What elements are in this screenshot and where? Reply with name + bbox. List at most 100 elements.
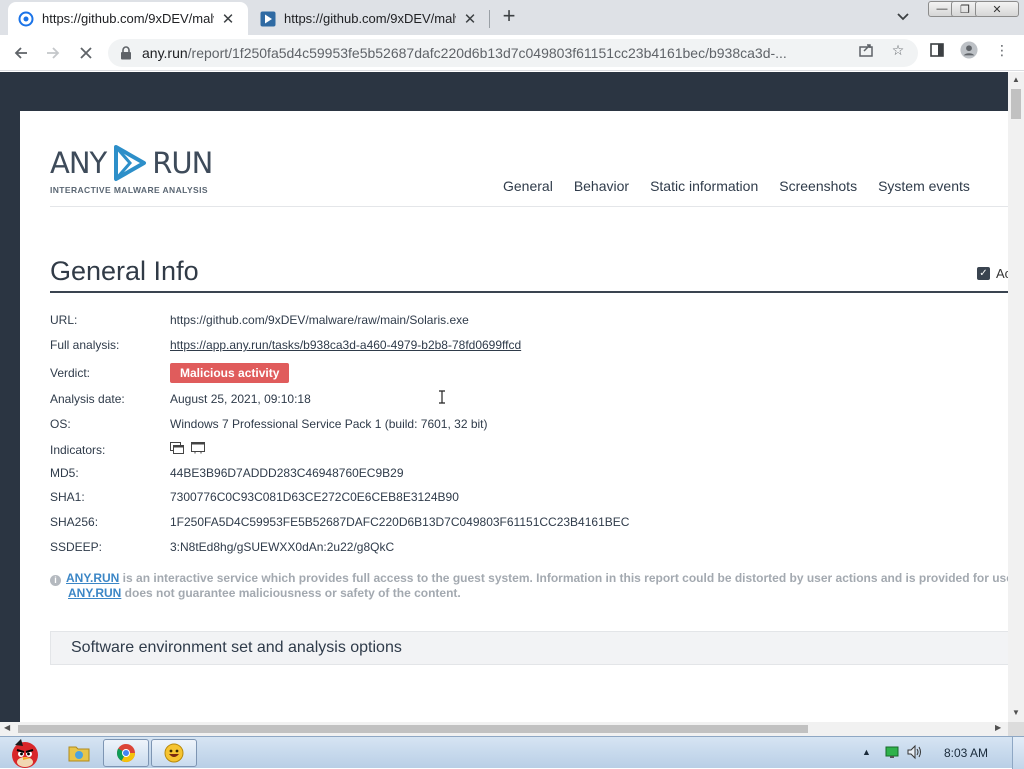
browser-toolbar: any.run/report/1f250fa5d4c59953fe5b52687… (0, 35, 1024, 71)
lock-icon[interactable] (120, 46, 134, 60)
horizontal-scroll-thumb[interactable] (18, 725, 808, 733)
stop-loading-button[interactable] (73, 40, 99, 66)
info-row-indicators: Indicators: (50, 442, 206, 457)
taskbar-clock[interactable]: 8:03 AM (944, 746, 988, 760)
chrome-icon (116, 744, 135, 763)
scrollbar-corner (1008, 722, 1024, 736)
info-label: SHA256: (50, 515, 99, 529)
address-bar[interactable]: any.run/report/1f250fa5d4c59953fe5b52687… (108, 39, 918, 67)
share-icon[interactable] (857, 41, 875, 59)
info-value-date: August 25, 2021, 09:10:18 (170, 392, 311, 406)
logo-subtitle: INTERACTIVE MALWARE ANALYSIS (50, 185, 208, 195)
profile-avatar-icon[interactable] (960, 41, 978, 59)
info-circle-icon: i (50, 575, 61, 586)
url-path: /report/1f250fa5d4c59953fe5b52687dafc220… (187, 45, 787, 61)
taskbar-app[interactable] (151, 739, 197, 767)
scroll-left-arrow-icon[interactable]: ◀ (4, 723, 10, 732)
tab-close-icon[interactable]: ✕ (462, 11, 478, 28)
anyrun-link[interactable]: ANY.RUN (66, 571, 119, 585)
auto-checkbox-label: Ac (996, 266, 1008, 281)
notice-text-1: is an interactive service which provides… (119, 571, 1008, 585)
scroll-right-arrow-icon[interactable]: ▶ (995, 723, 1001, 732)
info-label: SSDEEP: (50, 540, 103, 554)
taskbar-chrome[interactable] (103, 739, 149, 767)
new-tab-button[interactable]: + (498, 5, 520, 28)
vertical-scrollbar[interactable]: ▲ ▼ (1008, 72, 1024, 722)
info-row-url: URL: https://github.com/9xDEV/malware/ra… (50, 313, 469, 327)
logo-text-run: RUN (152, 146, 213, 180)
tray-network-icon[interactable] (884, 744, 900, 763)
nav-screenshots[interactable]: Screenshots (779, 178, 857, 194)
angry-bird-start-icon (12, 739, 38, 768)
show-desktop-button[interactable] (1012, 737, 1024, 769)
disclaimer-notice: i ANY.RUN is an interactive service which… (50, 571, 1008, 600)
report-card: ANY RUN INTERACTIVE MALWARE ANALYSIS Gen… (20, 111, 1008, 722)
start-button[interactable] (0, 739, 50, 768)
tab-github-1[interactable]: https://github.com/9xDEV/malware ✕ (8, 2, 248, 35)
notice-text-2: does not guarantee maliciousness or safe… (121, 586, 461, 600)
checkbox-checked-icon[interactable]: ✓ (977, 267, 990, 280)
windows-indicator-icon[interactable] (170, 442, 184, 454)
info-value-url[interactable]: https://github.com/9xDEV/malware/raw/mai… (170, 313, 469, 327)
software-environment-section[interactable]: Software environment set and analysis op… (50, 631, 1008, 665)
nav-static-information[interactable]: Static information (650, 178, 758, 194)
text-cursor-icon (439, 390, 445, 404)
tray-volume-icon[interactable] (906, 744, 924, 763)
tab-github-2[interactable]: https://github.com/9xDEV/malware ✕ (250, 2, 490, 35)
info-label: URL: (50, 313, 78, 327)
anyrun-logo[interactable]: ANY RUN INTERACTIVE MALWARE ANALYSIS (50, 143, 213, 195)
info-row-verdict: Verdict: Malicious activity (50, 363, 290, 383)
info-value-sha256: 1F250FA5D4C59953FE5B52687DAFC220D6B13D7C… (170, 515, 630, 529)
tab-search-chevron-icon[interactable] (896, 9, 914, 27)
tab-close-icon[interactable]: ✕ (220, 11, 236, 28)
page-viewport: ANY RUN INTERACTIVE MALWARE ANALYSIS Gen… (0, 72, 1008, 722)
auto-checkbox[interactable]: ✓ Ac (977, 266, 1008, 281)
info-value-md5: 44BE3B96D7ADDD283C46948760EC9B29 (170, 466, 404, 480)
title-divider (50, 291, 1008, 293)
smiley-app-icon (164, 743, 184, 763)
executable-indicator-icon[interactable] (191, 442, 206, 454)
info-row-md5: MD5: 44BE3B96D7ADDD283C46948760EC9B29 (50, 466, 404, 480)
info-value-os: Windows 7 Professional Service Pack 1 (b… (170, 417, 488, 431)
info-label: Indicators: (50, 442, 106, 457)
info-label: OS: (50, 417, 71, 431)
full-analysis-link[interactable]: https://app.any.run/tasks/b938ca3d-a460-… (170, 338, 521, 352)
info-row-analysis-date: Analysis date: August 25, 2021, 09:10:18 (50, 392, 311, 406)
tab-title: https://github.com/9xDEV/malware (42, 11, 214, 26)
side-panel-icon[interactable] (928, 41, 946, 59)
report-nav: General Behavior Static information Scre… (503, 178, 970, 194)
section-title: Software environment set and analysis op… (71, 639, 402, 656)
scroll-up-arrow-icon[interactable]: ▲ (1012, 75, 1020, 84)
info-value-ssdeep: 3:N8tEd8hg/gSUEWXX0dAn:2u22/g8QkC (170, 540, 395, 554)
scroll-down-arrow-icon[interactable]: ▼ (1012, 708, 1020, 717)
header-divider (50, 206, 1008, 207)
info-label: Full analysis: (50, 338, 120, 352)
back-button[interactable] (8, 40, 34, 66)
info-label: MD5: (50, 466, 79, 480)
logo-play-icon (114, 145, 147, 181)
info-row-ssdeep: SSDEEP: 3:N8tEd8hg/gSUEWXX0dAn:2u22/g8Qk… (50, 540, 394, 554)
verdict-badge: Malicious activity (170, 363, 290, 383)
tab-strip: https://github.com/9xDEV/malware ✕ https… (0, 0, 1024, 35)
forward-button[interactable] (40, 40, 66, 66)
tray-expand-icon[interactable]: ▲ (862, 747, 871, 757)
kebab-menu-icon[interactable]: ⋮ (993, 41, 1011, 59)
folder-icon (68, 746, 90, 762)
close-window-button[interactable]: ✕ (975, 1, 1019, 17)
info-label: Verdict: (50, 366, 91, 380)
horizontal-scrollbar[interactable]: ◀ ▶ (0, 722, 1008, 736)
info-row-sha256: SHA256: 1F250FA5D4C59953FE5B52687DAFC220… (50, 515, 629, 529)
taskbar: ▲ 8:03 AM (0, 736, 1024, 769)
info-row-full-analysis: Full analysis: https://app.any.run/tasks… (50, 338, 521, 352)
nav-general[interactable]: General (503, 178, 553, 194)
nav-behavior[interactable]: Behavior (574, 178, 629, 194)
anyrun-link[interactable]: ANY.RUN (68, 586, 121, 600)
taskbar-explorer[interactable] (56, 739, 102, 767)
page-title: General Info (50, 256, 199, 286)
info-row-sha1: SHA1: 7300776C0C93C081D63CE272C0E6CEB8E3… (50, 490, 459, 504)
tab-title: https://github.com/9xDEV/malware (284, 11, 456, 26)
bookmark-star-icon[interactable]: ☆ (889, 41, 907, 59)
vertical-scroll-thumb[interactable] (1011, 89, 1021, 119)
nav-system-events[interactable]: System events (878, 178, 970, 194)
address-url[interactable]: any.run/report/1f250fa5d4c59953fe5b52687… (142, 45, 842, 61)
